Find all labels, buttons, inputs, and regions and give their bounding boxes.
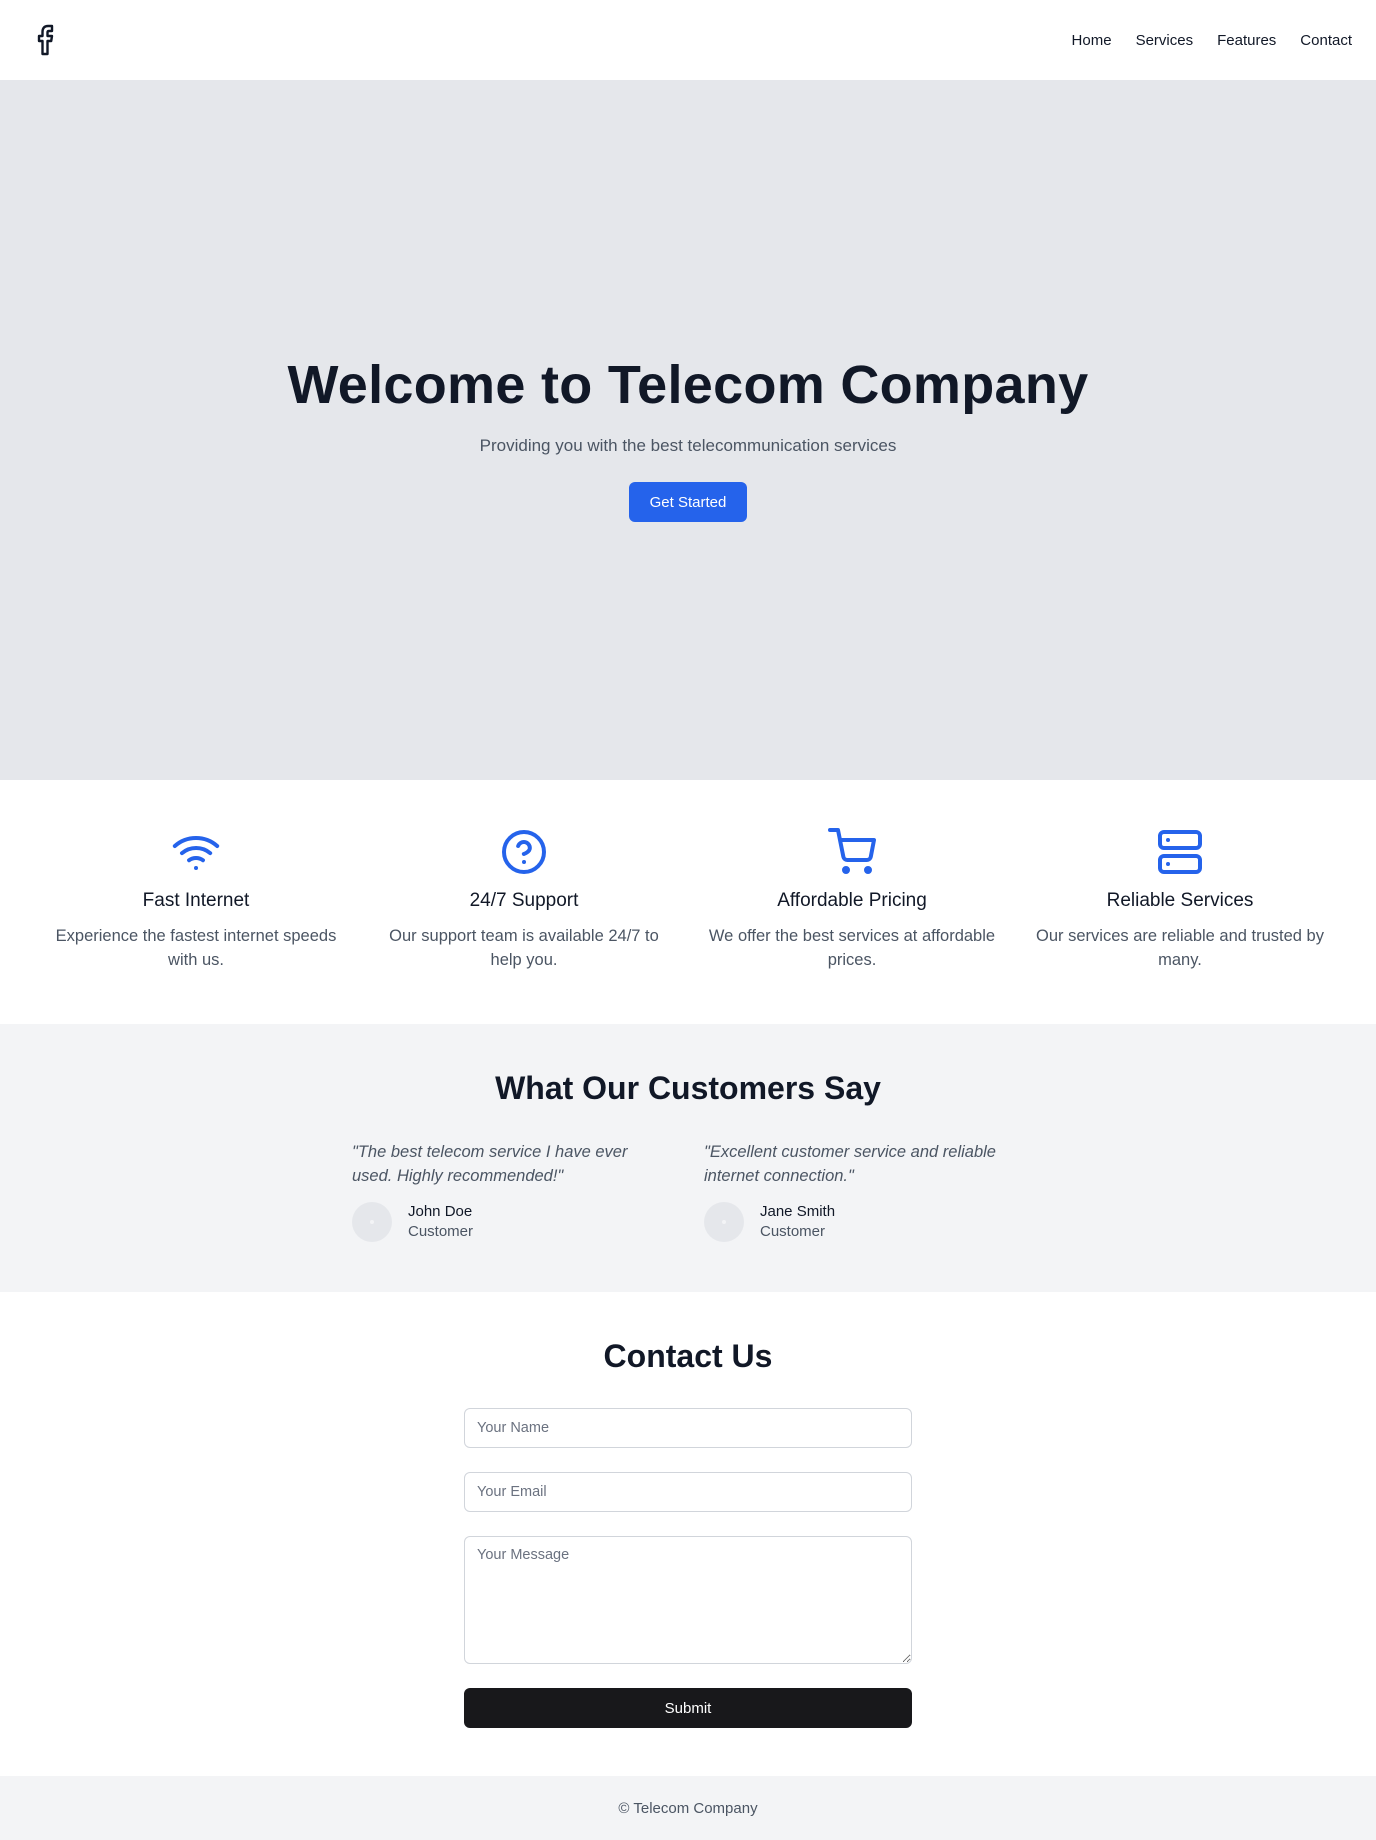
wifi-icon <box>172 828 220 876</box>
main-nav: Home Services Features Contact <box>1072 32 1352 49</box>
feature-title: Reliable Services <box>1106 890 1254 911</box>
help-circle-icon <box>500 828 548 876</box>
avatar <box>704 1202 744 1242</box>
testimonials-section: What Our Customers Say "The best telecom… <box>0 1024 1376 1292</box>
testimonial-card: "The best telecom service I have ever us… <box>352 1140 664 1242</box>
testimonials-heading: What Our Customers Say <box>495 1070 881 1106</box>
author-name: John Doe <box>408 1203 473 1220</box>
features-section: Fast Internet Experience the fastest int… <box>0 780 1376 1024</box>
testimonial-author: John Doe Customer <box>352 1202 664 1242</box>
nav-link-contact[interactable]: Contact <box>1300 32 1352 49</box>
feature-text: We offer the best services at affordable… <box>708 927 996 969</box>
author-role: Customer <box>408 1223 474 1240</box>
nav-link-home[interactable]: Home <box>1072 32 1112 49</box>
hero-section: Welcome to Telecom Company Providing you… <box>0 80 1376 780</box>
author-name: Jane Smith <box>760 1203 836 1220</box>
submit-button[interactable]: Submit <box>464 1688 912 1728</box>
author-role: Customer <box>760 1223 826 1240</box>
message-textarea[interactable] <box>464 1536 912 1664</box>
footer-copyright: © Telecom Company <box>618 1799 758 1817</box>
contact-section: Contact Us Submit <box>0 1292 1376 1776</box>
feature-card-reliable: Reliable Services Our services are relia… <box>1016 780 1344 1024</box>
feature-title: Fast Internet <box>142 890 250 911</box>
testimonials-list: "The best telecom service I have ever us… <box>352 1140 1016 1242</box>
site-header: Home Services Features Contact <box>0 0 1376 80</box>
site-footer: © Telecom Company <box>0 1776 1376 1840</box>
testimonial-author: Jane Smith Customer <box>704 1202 1016 1242</box>
testimonial-card: "Excellent customer service and reliable… <box>704 1140 1016 1242</box>
feature-text: Our support team is available 24/7 to he… <box>389 927 659 969</box>
get-started-button[interactable]: Get Started <box>629 482 747 522</box>
feature-card-support: 24/7 Support Our support team is availab… <box>360 780 688 1024</box>
avatar <box>352 1202 392 1242</box>
contact-heading: Contact Us <box>603 1338 773 1374</box>
email-input[interactable] <box>464 1472 912 1512</box>
feature-text: Our services are reliable and trusted by… <box>1036 927 1324 969</box>
feature-title: 24/7 Support <box>469 890 579 911</box>
facebook-icon[interactable] <box>28 20 62 60</box>
nav-link-features[interactable]: Features <box>1217 32 1276 49</box>
testimonial-quote: "Excellent customer service and reliable… <box>704 1143 996 1185</box>
feature-text: Experience the fastest internet speeds w… <box>55 927 337 969</box>
feature-title: Affordable Pricing <box>777 890 927 911</box>
shopping-cart-icon <box>828 828 876 876</box>
name-input[interactable] <box>464 1408 912 1448</box>
hero-subtitle: Providing you with the best telecommunic… <box>479 436 897 455</box>
hero-title: Welcome to Telecom Company <box>287 355 1089 415</box>
contact-form: Submit <box>464 1408 912 1728</box>
server-icon <box>1156 828 1204 876</box>
testimonial-quote: "The best telecom service I have ever us… <box>352 1143 628 1185</box>
feature-card-fast-internet: Fast Internet Experience the fastest int… <box>32 780 360 1024</box>
feature-card-pricing: Affordable Pricing We offer the best ser… <box>688 780 1016 1024</box>
nav-link-services[interactable]: Services <box>1136 32 1194 49</box>
